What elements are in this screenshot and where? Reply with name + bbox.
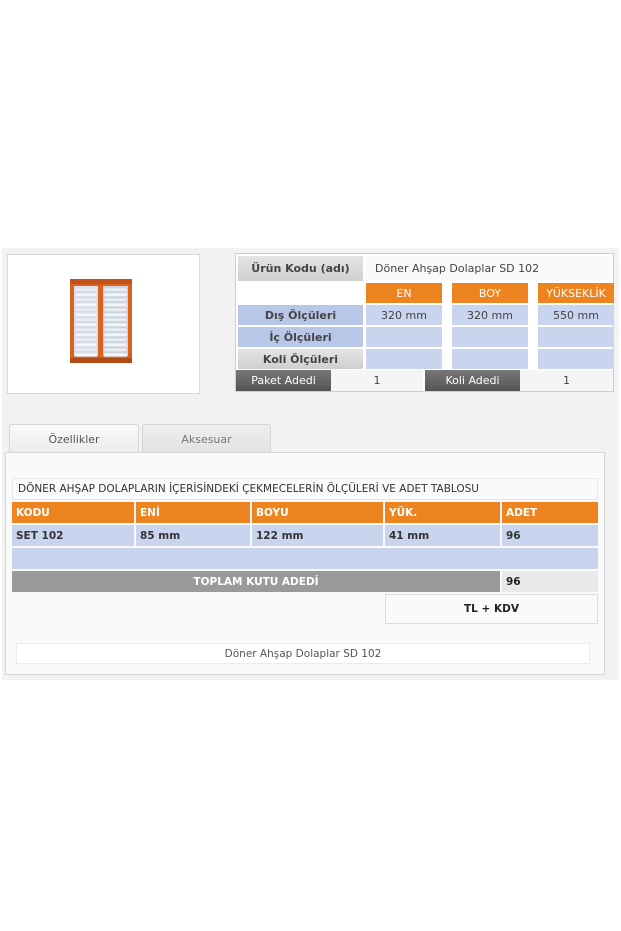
row-label-koli-olculeri: Koli Ölçüleri [238, 349, 363, 369]
total-value: 96 [502, 571, 598, 592]
table-row-yuk: 41 mm [385, 525, 500, 546]
product-code-label: Ürün Kodu (adı) [238, 256, 363, 281]
ic-boy-value [452, 327, 528, 347]
ic-yukseklik-value [538, 327, 614, 347]
row-label-dis-olculeri: Dış Ölçüleri [238, 305, 363, 325]
table-row-adet: 96 [502, 525, 598, 546]
koli-adedi-label: Koli Adedi [425, 370, 520, 391]
header-adet: ADET [502, 502, 598, 523]
dis-boy-value: 320 mm [452, 305, 528, 325]
ic-en-value [366, 327, 442, 347]
total-label: TOPLAM KUTU ADEDİ [12, 571, 500, 592]
cabinet-icon [70, 279, 132, 363]
table-row-kodu: SET 102 [12, 525, 134, 546]
tab-ozellikler[interactable]: Özellikler [9, 424, 139, 453]
product-code-value: Döner Ahşap Dolaplar SD 102 [365, 256, 612, 281]
table-row-empty [12, 548, 598, 569]
header-boyu: BOYU [252, 502, 383, 523]
header-eni: ENİ [136, 502, 250, 523]
header-kodu: KODU [12, 502, 134, 523]
column-header-boy: BOY [452, 283, 528, 303]
koli-yukseklik-value [538, 349, 614, 369]
koli-boy-value [452, 349, 528, 369]
dis-yukseklik-value: 550 mm [538, 305, 614, 325]
table-row-eni: 85 mm [136, 525, 250, 546]
table-row-boyu: 122 mm [252, 525, 383, 546]
dis-en-value: 320 mm [366, 305, 442, 325]
tab-aksesuar[interactable]: Aksesuar [142, 424, 271, 453]
specification-table: Ürün Kodu (adı) Döner Ahşap Dolaplar SD … [235, 253, 614, 392]
price-label: TL + KDV [385, 594, 598, 624]
paket-adedi-value: 1 [331, 370, 423, 391]
koli-adedi-value: 1 [520, 370, 613, 391]
koli-en-value [366, 349, 442, 369]
row-label-ic-olculeri: İç Ölçüleri [238, 327, 363, 347]
table-heading: DÖNER AHŞAP DOLAPLARIN İÇERİSİNDEKİ ÇEKM… [12, 478, 598, 500]
product-image[interactable] [7, 254, 200, 394]
column-header-yukseklik: YÜKSEKLİK [538, 283, 614, 303]
column-header-en: EN [366, 283, 442, 303]
product-caption: Döner Ahşap Dolaplar SD 102 [16, 643, 590, 664]
paket-adedi-label: Paket Adedi [236, 370, 331, 391]
header-yuk: YÜK. [385, 502, 500, 523]
